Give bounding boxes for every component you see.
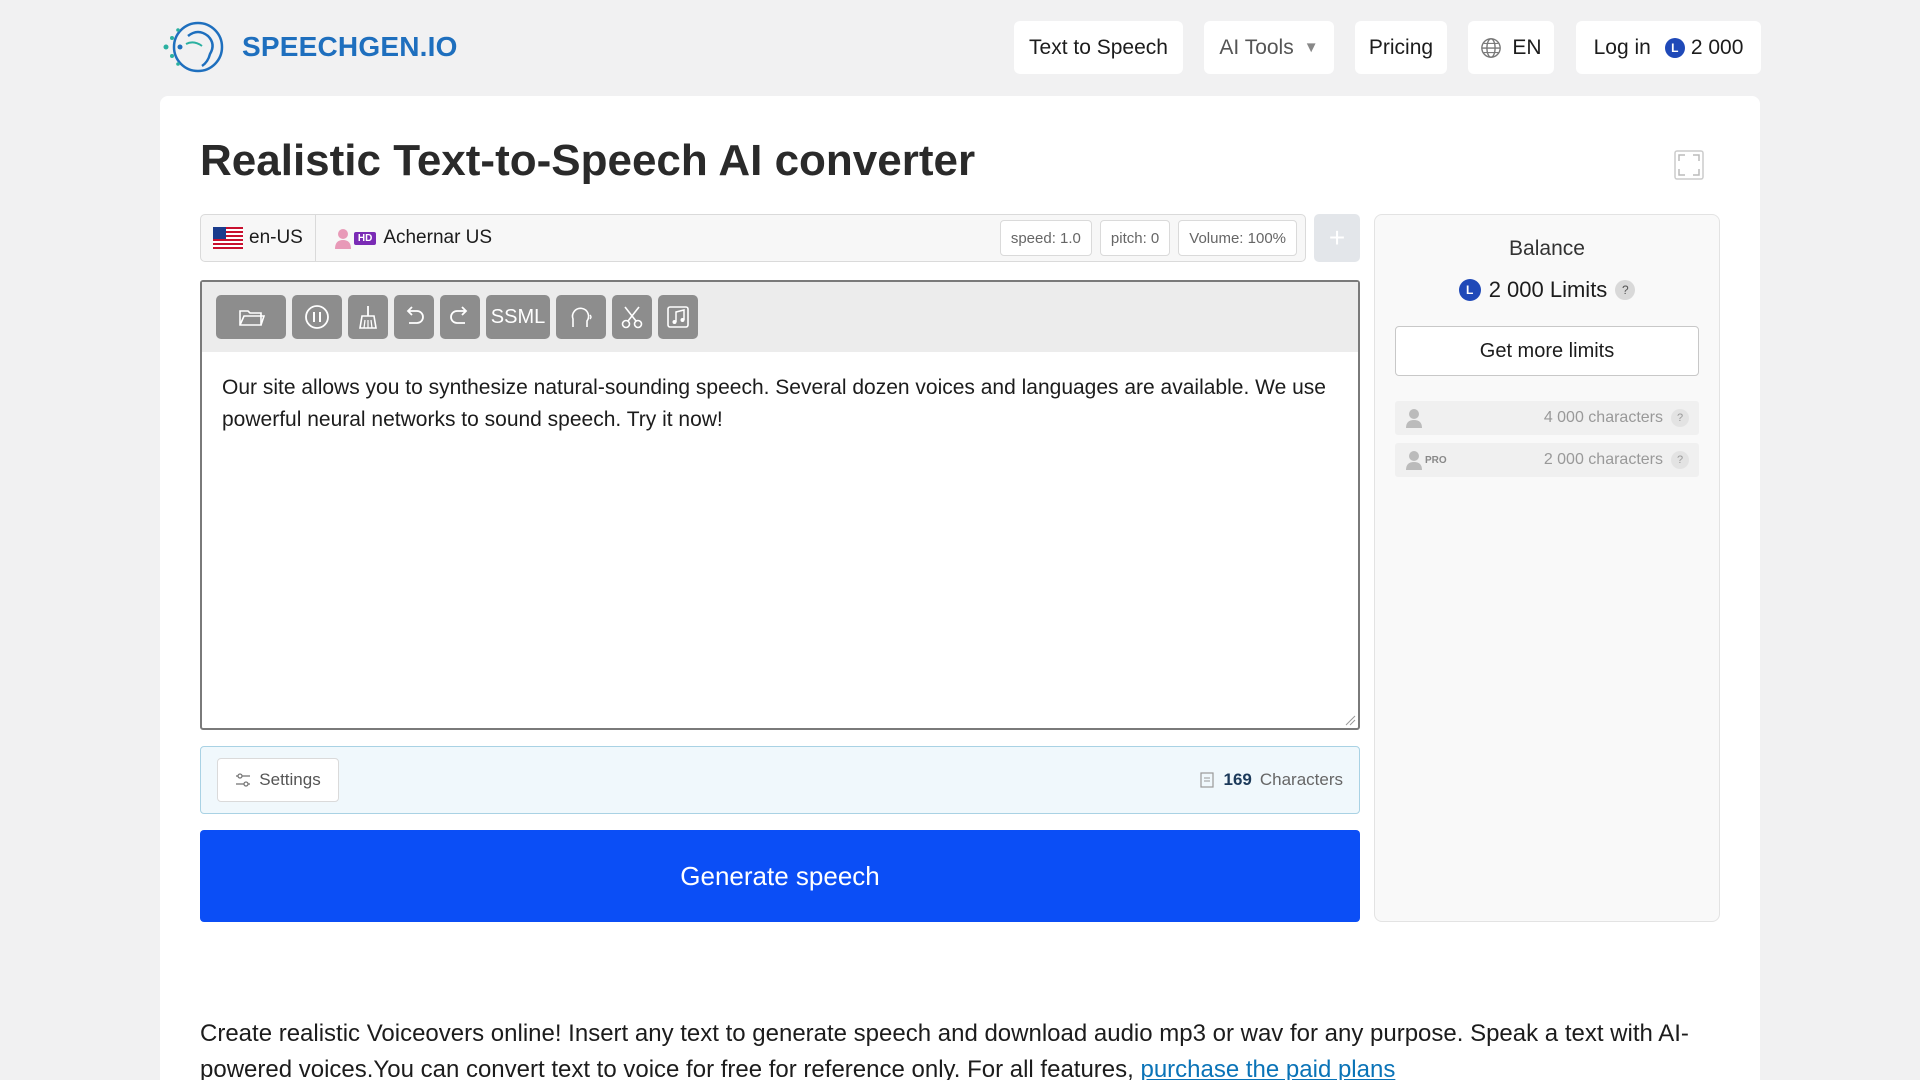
limit-value-free: 4 000 characters xyxy=(1543,409,1663,426)
intro-text: Create realistic Voiceovers online! Inse… xyxy=(200,1020,1689,1080)
nav-pricing[interactable]: Pricing xyxy=(1355,21,1447,74)
nav-ai-tools-label: AI Tools xyxy=(1219,35,1294,59)
pro-tag: PRO xyxy=(1425,454,1447,466)
undo-button[interactable] xyxy=(394,295,434,339)
limit-help-icon[interactable]: ? xyxy=(1671,409,1689,427)
document-icon xyxy=(1200,772,1215,788)
purchase-plans-link[interactable]: purchase the paid plans xyxy=(1140,1056,1395,1080)
redo-icon xyxy=(450,306,468,324)
user-icon xyxy=(1406,409,1422,428)
us-flag-icon xyxy=(213,227,243,249)
balance-value: 2 000 Limits xyxy=(1488,277,1608,302)
login-label: Log in xyxy=(1593,35,1651,59)
ssml-button[interactable]: SSML xyxy=(486,295,550,339)
login-button[interactable]: Log in L 2 000 xyxy=(1576,21,1761,74)
settings-bar: Settings 169 Characters xyxy=(200,746,1360,814)
female-voice-icon xyxy=(334,229,351,249)
main-card: Realistic Text-to-Speech AI converter en… xyxy=(160,96,1760,1080)
character-counter: 169 Characters xyxy=(1199,770,1343,790)
voice-name: Achernar US xyxy=(383,227,493,248)
settings-label: Settings xyxy=(259,770,321,789)
character-count-label: Characters xyxy=(1259,770,1343,789)
cut-audio-button[interactable] xyxy=(612,295,652,339)
add-music-button[interactable] xyxy=(658,295,698,339)
voice-selector-bar: en-US HD Achernar US speed: 1.0 pitch: 0… xyxy=(200,214,1306,262)
redo-button[interactable] xyxy=(440,295,480,339)
pitch-setting[interactable]: pitch: 0 xyxy=(1099,220,1171,256)
resize-handle-icon[interactable] xyxy=(1344,714,1356,726)
logo-text: SPEECHGEN.IO xyxy=(242,31,458,62)
limits-coin-icon: L xyxy=(1664,37,1685,58)
limit-value-pro: 2 000 characters xyxy=(1543,451,1663,468)
globe-icon xyxy=(1481,37,1502,58)
text-editor: SSML Our site allows you to synthesize n… xyxy=(200,280,1360,730)
balance-amount: L 2 000 Limits ? xyxy=(1375,277,1719,303)
voice-head-icon xyxy=(571,307,592,327)
language-selector[interactable]: EN xyxy=(1468,21,1554,74)
user-icon xyxy=(1406,451,1422,470)
clear-text-button[interactable] xyxy=(348,295,388,339)
text-input-area[interactable]: Our site allows you to synthesize natura… xyxy=(202,352,1358,456)
nav-pricing-label: Pricing xyxy=(1368,35,1434,59)
settings-button[interactable]: Settings xyxy=(217,758,339,802)
voice-switch-button[interactable] xyxy=(556,295,606,339)
pause-icon xyxy=(305,305,329,329)
nav-text-to-speech[interactable]: Text to Speech xyxy=(1014,21,1183,74)
balance-title: Balance xyxy=(1509,237,1585,260)
limit-row-pro: PRO 2 000 characters ? xyxy=(1395,443,1699,477)
volume-setting[interactable]: Volume: 100% xyxy=(1178,220,1297,256)
broom-icon xyxy=(359,306,377,329)
voice-dropdown[interactable]: HD Achernar US xyxy=(316,215,1000,261)
limits-coin-icon: L xyxy=(1458,279,1481,301)
pause-button[interactable] xyxy=(292,295,342,339)
fullscreen-icon[interactable] xyxy=(1674,150,1704,180)
character-count-value: 169 xyxy=(1223,770,1252,789)
limit-row-free: 4 000 characters ? xyxy=(1395,401,1699,435)
balance-help-icon[interactable]: ? xyxy=(1615,280,1636,300)
speed-setting[interactable]: speed: 1.0 xyxy=(999,220,1092,256)
nav-ai-tools-dropdown[interactable]: AI Tools ▼ xyxy=(1204,21,1334,74)
scissors-icon xyxy=(621,306,643,329)
language-label: EN xyxy=(1512,35,1542,59)
get-more-limits-button[interactable]: Get more limits xyxy=(1395,326,1699,376)
limit-help-icon[interactable]: ? xyxy=(1671,451,1689,469)
logo-head-icon xyxy=(163,21,224,73)
editor-toolbar: SSML xyxy=(202,282,1358,352)
open-file-button[interactable] xyxy=(216,295,286,339)
page-title: Realistic Text-to-Speech AI converter xyxy=(200,136,976,185)
nav-tts-label: Text to Speech xyxy=(1029,35,1168,59)
balance-panel: Balance L 2 000 Limits ? Get more limits… xyxy=(1374,214,1720,922)
site-header: SPEECHGEN.IO Text to Speech AI Tools ▼ P… xyxy=(0,0,1920,96)
site-logo[interactable]: SPEECHGEN.IO xyxy=(158,14,458,80)
caret-down-icon: ▼ xyxy=(1303,39,1319,56)
generate-speech-button[interactable]: Generate speech xyxy=(200,830,1360,922)
add-voice-button[interactable]: + xyxy=(1314,214,1360,262)
language-dropdown[interactable]: en-US xyxy=(201,215,316,261)
folder-icon xyxy=(239,310,265,326)
sliders-icon xyxy=(236,773,251,787)
language-code: en-US xyxy=(249,227,303,248)
music-note-icon xyxy=(667,306,689,328)
intro-paragraph: Create realistic Voiceovers online! Inse… xyxy=(200,1016,1740,1080)
undo-icon xyxy=(406,306,424,324)
header-balance: 2 000 xyxy=(1690,35,1744,59)
hd-badge: HD xyxy=(353,231,377,245)
